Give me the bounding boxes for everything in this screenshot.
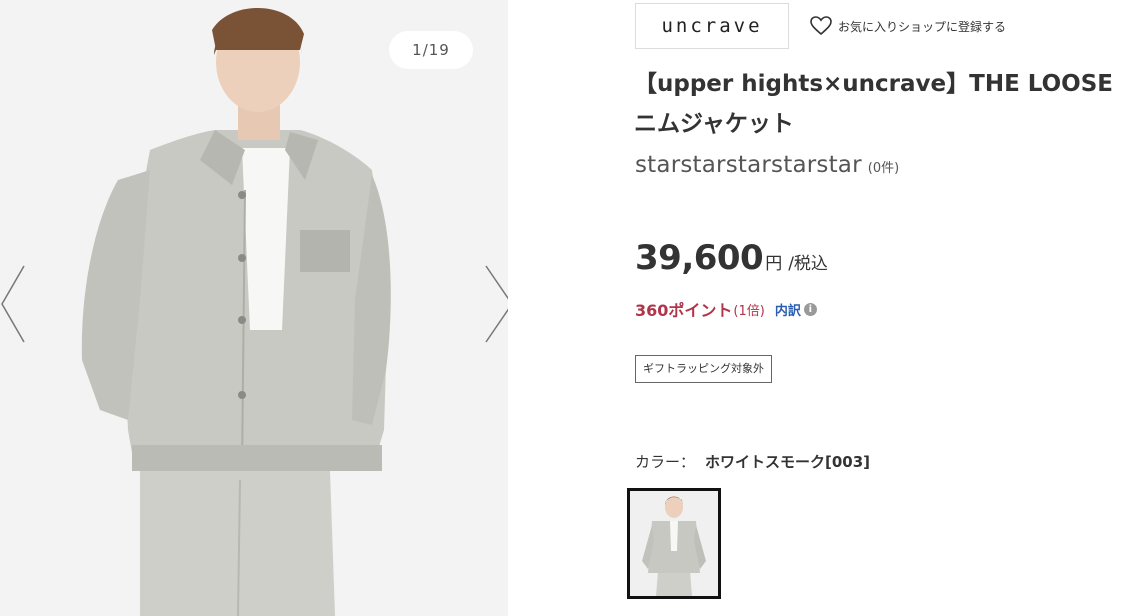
gift-wrapping-badge: ギフトラッピング対象外 [635,355,772,383]
product-page: 1/19 uncrave お気に入りショップに登録する 【upper hight… [0,0,1125,616]
heart-icon [810,16,832,36]
rating: starstarstarstarstar (0件) [635,152,899,178]
chevron-left-icon[interactable] [0,262,30,346]
points-breakdown-label: 内訳 [774,303,801,319]
points-rate: (1倍) [733,303,765,319]
info-icon: i [803,302,817,316]
color-selection: カラー： ホワイトスモーク[003] [635,451,870,472]
points-value: 360ポイント [635,301,733,320]
brand-logo[interactable]: uncrave [635,3,789,49]
review-count-link[interactable]: (0件) [868,157,899,176]
price-value: 39,600 [635,238,764,278]
color-swatch[interactable] [627,488,721,599]
price-tax-note: /税込 [788,254,828,274]
stars-text: starstarstarstarstar [635,152,862,178]
points: 360ポイント (1倍) 内訳 i [635,297,817,321]
favorite-shop-button[interactable]: お気に入りショップに登録する [810,14,1006,38]
image-counter: 1/19 [389,31,473,69]
chevron-right-icon[interactable] [480,262,508,346]
price: 39,600 円 /税込 [635,238,828,278]
favorite-shop-label: お気に入りショップに登録する [838,19,1007,34]
product-photo[interactable] [0,0,508,616]
price-currency: 円 [765,254,783,274]
color-swatch-thumbnail [630,491,718,596]
product-info-panel: uncrave お気に入りショップに登録する 【upper hights×unc… [508,0,1125,616]
points-breakdown-link[interactable]: 内訳 i [775,300,817,319]
product-title: 【upper hights×uncrave】THE LOOSE ニムジャケット [634,71,1114,137]
product-gallery[interactable]: 1/19 [0,0,508,616]
color-name: ホワイトスモーク[003] [705,453,871,471]
color-label: カラー： [635,453,696,471]
